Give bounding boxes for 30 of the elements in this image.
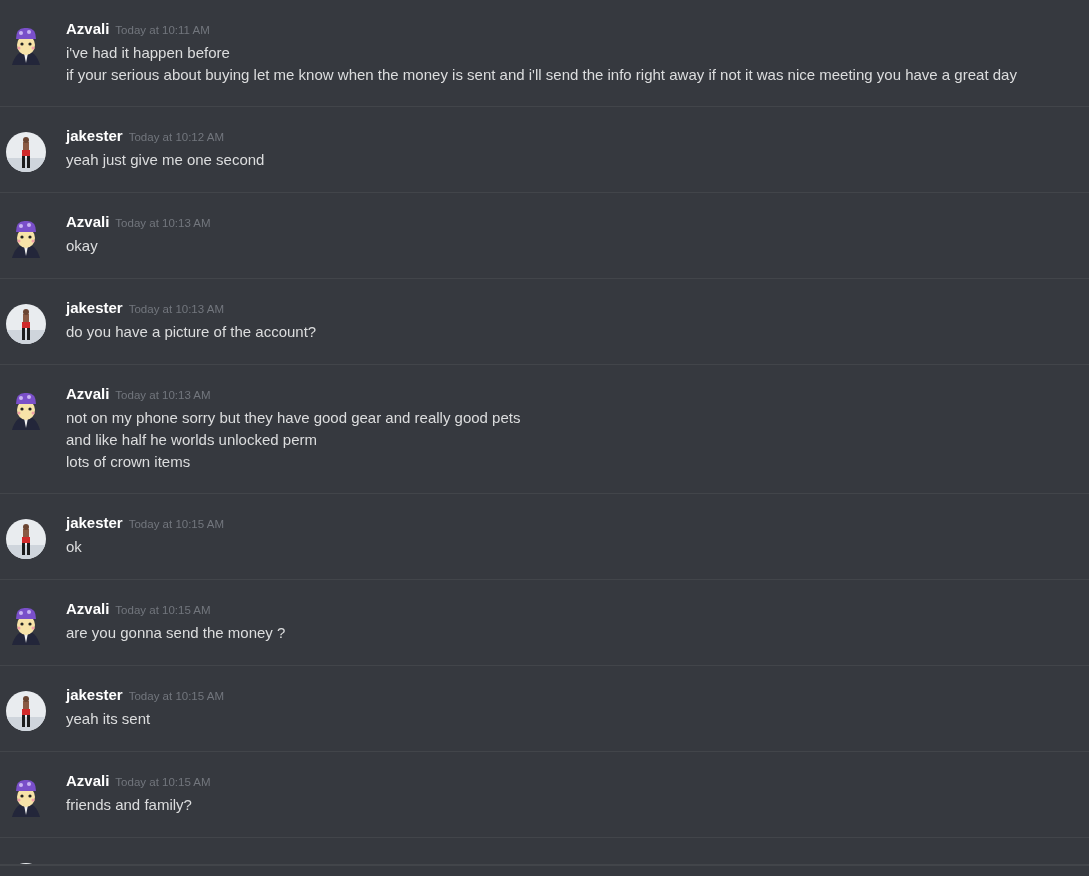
message-text: yeah its sent <box>66 709 152 729</box>
author-name[interactable]: Azvali <box>66 20 110 37</box>
message-timestamp: Today at 10:15 AM <box>115 604 211 616</box>
author-name[interactable]: Azvali <box>66 385 110 402</box>
author-name[interactable]: Azvali <box>66 213 110 230</box>
message-text: and like half he worlds unlocked perm <box>66 430 318 450</box>
author-name[interactable]: jakester <box>66 299 123 316</box>
message-timestamp: Today at 10:13 AM <box>115 389 211 401</box>
author-name[interactable]: Azvali <box>66 772 110 789</box>
message-timestamp: Today at 10:15 AM <box>128 518 224 530</box>
message-timestamp: Today at 10:11 AM <box>115 24 210 36</box>
message-text: do you have a picture of the account? <box>66 322 317 342</box>
message-timestamp: Today at 10:13 AM <box>128 303 224 315</box>
message-text: i've had it happen before <box>66 43 231 63</box>
author-name[interactable]: jakester <box>66 127 123 144</box>
message-timestamp: Today at 10:12 AM <box>128 131 224 143</box>
message-text: ok <box>66 537 83 557</box>
message-text: are you gonna send the money ? <box>66 623 286 643</box>
message-text: not on my phone sorry but they have good gear and really good pets <box>66 408 521 428</box>
message-text: if your serious about buying let me know when the money is sent and i'll send the info right away if not it was nice meeting you have a great day <box>66 65 1017 85</box>
author-name[interactable]: jakester <box>66 686 123 703</box>
message-timestamp: Today at 10:15 AM <box>115 776 211 788</box>
author-name[interactable]: jakester <box>66 514 123 531</box>
message-timestamp: Today at 10:15 AM <box>128 690 224 702</box>
message-timestamp: Today at 10:13 AM <box>115 217 211 229</box>
message-text: yeah just give me one second <box>66 150 265 170</box>
message-text: friends and family? <box>66 795 193 815</box>
author-name[interactable]: Azvali <box>66 600 110 617</box>
message-text: okay <box>66 236 99 256</box>
message-text: lots of crown items <box>66 452 192 472</box>
